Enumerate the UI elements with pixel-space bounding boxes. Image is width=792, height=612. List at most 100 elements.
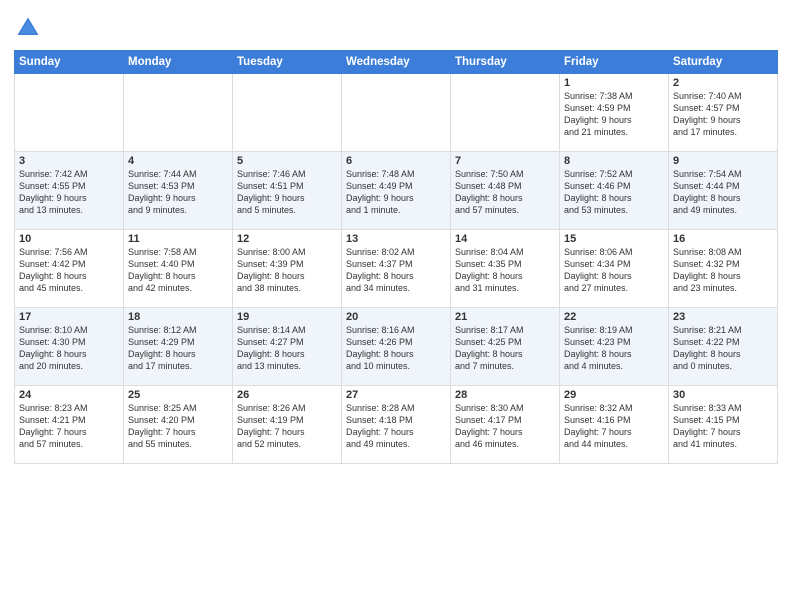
day-info: Sunrise: 7:42 AM Sunset: 4:55 PM Dayligh…: [19, 168, 119, 217]
day-cell: 14Sunrise: 8:04 AM Sunset: 4:35 PM Dayli…: [451, 230, 560, 308]
day-number: 13: [346, 233, 446, 245]
day-number: 6: [346, 155, 446, 167]
day-info: Sunrise: 7:40 AM Sunset: 4:57 PM Dayligh…: [673, 90, 773, 139]
day-cell: 7Sunrise: 7:50 AM Sunset: 4:48 PM Daylig…: [451, 152, 560, 230]
day-cell: [342, 74, 451, 152]
header-day-sunday: Sunday: [15, 51, 124, 74]
logo: [14, 14, 46, 42]
day-info: Sunrise: 8:02 AM Sunset: 4:37 PM Dayligh…: [346, 246, 446, 295]
day-number: 5: [237, 155, 337, 167]
logo-icon: [14, 14, 42, 42]
day-number: 16: [673, 233, 773, 245]
day-number: 20: [346, 311, 446, 323]
day-info: Sunrise: 8:12 AM Sunset: 4:29 PM Dayligh…: [128, 324, 228, 373]
day-cell: [15, 74, 124, 152]
header-day-friday: Friday: [560, 51, 669, 74]
day-info: Sunrise: 8:04 AM Sunset: 4:35 PM Dayligh…: [455, 246, 555, 295]
day-info: Sunrise: 8:33 AM Sunset: 4:15 PM Dayligh…: [673, 402, 773, 451]
day-info: Sunrise: 8:19 AM Sunset: 4:23 PM Dayligh…: [564, 324, 664, 373]
day-number: 2: [673, 77, 773, 89]
day-info: Sunrise: 7:44 AM Sunset: 4:53 PM Dayligh…: [128, 168, 228, 217]
day-cell: 11Sunrise: 7:58 AM Sunset: 4:40 PM Dayli…: [124, 230, 233, 308]
day-info: Sunrise: 8:17 AM Sunset: 4:25 PM Dayligh…: [455, 324, 555, 373]
day-info: Sunrise: 7:54 AM Sunset: 4:44 PM Dayligh…: [673, 168, 773, 217]
day-cell: 6Sunrise: 7:48 AM Sunset: 4:49 PM Daylig…: [342, 152, 451, 230]
day-info: Sunrise: 8:06 AM Sunset: 4:34 PM Dayligh…: [564, 246, 664, 295]
day-number: 27: [346, 389, 446, 401]
day-cell: 2Sunrise: 7:40 AM Sunset: 4:57 PM Daylig…: [669, 74, 778, 152]
day-cell: 12Sunrise: 8:00 AM Sunset: 4:39 PM Dayli…: [233, 230, 342, 308]
week-row-4: 17Sunrise: 8:10 AM Sunset: 4:30 PM Dayli…: [15, 308, 778, 386]
day-cell: 25Sunrise: 8:25 AM Sunset: 4:20 PM Dayli…: [124, 386, 233, 464]
day-info: Sunrise: 8:21 AM Sunset: 4:22 PM Dayligh…: [673, 324, 773, 373]
day-number: 3: [19, 155, 119, 167]
day-info: Sunrise: 8:00 AM Sunset: 4:39 PM Dayligh…: [237, 246, 337, 295]
day-info: Sunrise: 8:26 AM Sunset: 4:19 PM Dayligh…: [237, 402, 337, 451]
day-cell: 8Sunrise: 7:52 AM Sunset: 4:46 PM Daylig…: [560, 152, 669, 230]
calendar-table: SundayMondayTuesdayWednesdayThursdayFrid…: [14, 50, 778, 464]
header-day-wednesday: Wednesday: [342, 51, 451, 74]
day-number: 4: [128, 155, 228, 167]
header-day-saturday: Saturday: [669, 51, 778, 74]
day-number: 12: [237, 233, 337, 245]
header-day-monday: Monday: [124, 51, 233, 74]
week-row-1: 1Sunrise: 7:38 AM Sunset: 4:59 PM Daylig…: [15, 74, 778, 152]
day-cell: 1Sunrise: 7:38 AM Sunset: 4:59 PM Daylig…: [560, 74, 669, 152]
day-cell: 28Sunrise: 8:30 AM Sunset: 4:17 PM Dayli…: [451, 386, 560, 464]
week-row-5: 24Sunrise: 8:23 AM Sunset: 4:21 PM Dayli…: [15, 386, 778, 464]
day-number: 7: [455, 155, 555, 167]
day-info: Sunrise: 8:08 AM Sunset: 4:32 PM Dayligh…: [673, 246, 773, 295]
day-number: 28: [455, 389, 555, 401]
day-cell: 13Sunrise: 8:02 AM Sunset: 4:37 PM Dayli…: [342, 230, 451, 308]
day-cell: 27Sunrise: 8:28 AM Sunset: 4:18 PM Dayli…: [342, 386, 451, 464]
day-cell: [451, 74, 560, 152]
day-info: Sunrise: 7:52 AM Sunset: 4:46 PM Dayligh…: [564, 168, 664, 217]
day-cell: 15Sunrise: 8:06 AM Sunset: 4:34 PM Dayli…: [560, 230, 669, 308]
day-number: 19: [237, 311, 337, 323]
day-cell: [124, 74, 233, 152]
header-day-thursday: Thursday: [451, 51, 560, 74]
day-info: Sunrise: 7:38 AM Sunset: 4:59 PM Dayligh…: [564, 90, 664, 139]
day-number: 10: [19, 233, 119, 245]
day-number: 1: [564, 77, 664, 89]
day-cell: 24Sunrise: 8:23 AM Sunset: 4:21 PM Dayli…: [15, 386, 124, 464]
day-cell: 9Sunrise: 7:54 AM Sunset: 4:44 PM Daylig…: [669, 152, 778, 230]
day-number: 25: [128, 389, 228, 401]
day-number: 17: [19, 311, 119, 323]
day-info: Sunrise: 8:25 AM Sunset: 4:20 PM Dayligh…: [128, 402, 228, 451]
day-number: 9: [673, 155, 773, 167]
day-number: 26: [237, 389, 337, 401]
day-cell: 23Sunrise: 8:21 AM Sunset: 4:22 PM Dayli…: [669, 308, 778, 386]
day-cell: 29Sunrise: 8:32 AM Sunset: 4:16 PM Dayli…: [560, 386, 669, 464]
day-info: Sunrise: 8:32 AM Sunset: 4:16 PM Dayligh…: [564, 402, 664, 451]
day-info: Sunrise: 8:28 AM Sunset: 4:18 PM Dayligh…: [346, 402, 446, 451]
day-cell: 10Sunrise: 7:56 AM Sunset: 4:42 PM Dayli…: [15, 230, 124, 308]
day-number: 23: [673, 311, 773, 323]
day-cell: 3Sunrise: 7:42 AM Sunset: 4:55 PM Daylig…: [15, 152, 124, 230]
day-cell: 30Sunrise: 8:33 AM Sunset: 4:15 PM Dayli…: [669, 386, 778, 464]
week-row-2: 3Sunrise: 7:42 AM Sunset: 4:55 PM Daylig…: [15, 152, 778, 230]
day-cell: 17Sunrise: 8:10 AM Sunset: 4:30 PM Dayli…: [15, 308, 124, 386]
day-info: Sunrise: 8:10 AM Sunset: 4:30 PM Dayligh…: [19, 324, 119, 373]
day-cell: 26Sunrise: 8:26 AM Sunset: 4:19 PM Dayli…: [233, 386, 342, 464]
day-cell: 16Sunrise: 8:08 AM Sunset: 4:32 PM Dayli…: [669, 230, 778, 308]
header: [14, 10, 778, 42]
day-info: Sunrise: 7:58 AM Sunset: 4:40 PM Dayligh…: [128, 246, 228, 295]
day-cell: 20Sunrise: 8:16 AM Sunset: 4:26 PM Dayli…: [342, 308, 451, 386]
day-info: Sunrise: 7:48 AM Sunset: 4:49 PM Dayligh…: [346, 168, 446, 217]
day-number: 30: [673, 389, 773, 401]
week-row-3: 10Sunrise: 7:56 AM Sunset: 4:42 PM Dayli…: [15, 230, 778, 308]
day-info: Sunrise: 8:30 AM Sunset: 4:17 PM Dayligh…: [455, 402, 555, 451]
day-number: 21: [455, 311, 555, 323]
day-number: 14: [455, 233, 555, 245]
day-info: Sunrise: 7:56 AM Sunset: 4:42 PM Dayligh…: [19, 246, 119, 295]
day-cell: [233, 74, 342, 152]
day-info: Sunrise: 8:16 AM Sunset: 4:26 PM Dayligh…: [346, 324, 446, 373]
day-number: 15: [564, 233, 664, 245]
day-info: Sunrise: 8:14 AM Sunset: 4:27 PM Dayligh…: [237, 324, 337, 373]
day-cell: 19Sunrise: 8:14 AM Sunset: 4:27 PM Dayli…: [233, 308, 342, 386]
day-cell: 22Sunrise: 8:19 AM Sunset: 4:23 PM Dayli…: [560, 308, 669, 386]
day-cell: 5Sunrise: 7:46 AM Sunset: 4:51 PM Daylig…: [233, 152, 342, 230]
day-info: Sunrise: 8:23 AM Sunset: 4:21 PM Dayligh…: [19, 402, 119, 451]
calendar-container: SundayMondayTuesdayWednesdayThursdayFrid…: [0, 0, 792, 472]
